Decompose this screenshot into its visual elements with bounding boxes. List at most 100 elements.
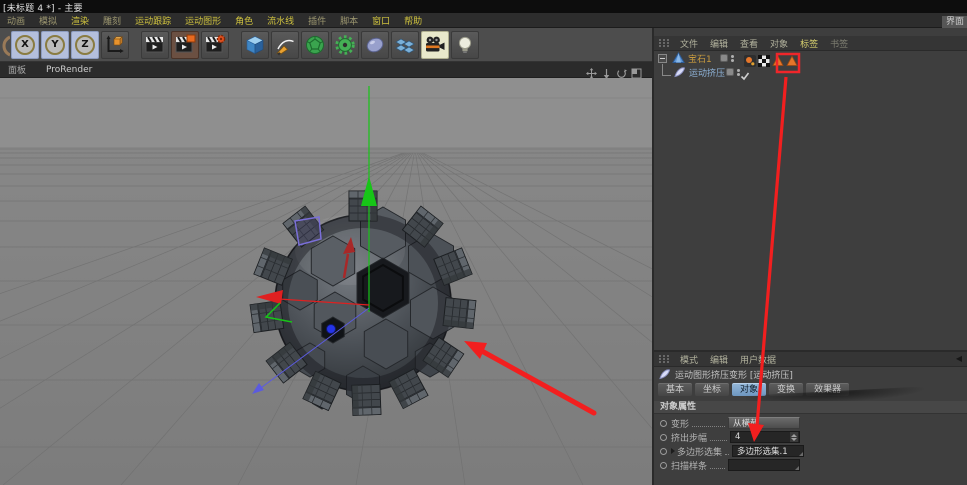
om-menu-item-4[interactable]: 标签 bbox=[794, 37, 824, 50]
lock-y-axis-button[interactable]: Y bbox=[41, 30, 69, 59]
cinema4d-window: [未标题 4 *] - 主要 动画 模拟 渲染 雕刻 运动跟踪 运动图形 角色 流水线 插件 脚本… bbox=[0, 0, 967, 485]
undo-partial-icon bbox=[0, 31, 10, 59]
am-menu-item-1[interactable]: 编辑 bbox=[704, 353, 734, 366]
object-tags bbox=[744, 52, 798, 68]
om-menu-item-2[interactable]: 查看 bbox=[734, 37, 764, 50]
property-row-3: 扫描样条 bbox=[660, 458, 800, 472]
menu-item-2[interactable]: 渲染 bbox=[64, 14, 96, 27]
scene-camera-button[interactable] bbox=[421, 30, 449, 59]
tree-branch bbox=[662, 63, 671, 76]
attribute-title-row: 运动图形挤压变形 [运动挤压] bbox=[658, 367, 793, 381]
expand-caret-icon[interactable] bbox=[671, 448, 675, 454]
lock-z-axis-button[interactable]: Z bbox=[71, 30, 99, 59]
menu-item-3[interactable]: 雕刻 bbox=[96, 14, 128, 27]
number-value: 4 bbox=[735, 432, 741, 442]
menu-item-9[interactable]: 脚本 bbox=[333, 14, 365, 27]
object-name[interactable]: 运动挤压 bbox=[689, 66, 725, 79]
display-tag-icon[interactable] bbox=[744, 52, 756, 67]
coordinate-system-button[interactable] bbox=[101, 30, 129, 59]
metaball-button[interactable] bbox=[361, 30, 389, 59]
tab-2[interactable]: 对象 bbox=[732, 383, 767, 396]
visibility-toggles[interactable] bbox=[720, 54, 734, 62]
tab-3[interactable]: 变换 bbox=[769, 383, 804, 396]
axis-letter: Y bbox=[51, 38, 59, 50]
property-text-field[interactable]: 多边形选集.1 bbox=[732, 445, 805, 457]
tab-1[interactable]: 坐标 bbox=[695, 383, 730, 396]
om-menu-item-1[interactable]: 编辑 bbox=[704, 37, 734, 50]
dotted-leader bbox=[710, 433, 727, 441]
render-view-button[interactable] bbox=[141, 30, 169, 59]
menu-item-7[interactable]: 流水线 bbox=[260, 14, 301, 27]
phong-tag-icon[interactable] bbox=[786, 52, 798, 66]
array-button[interactable] bbox=[391, 30, 419, 59]
attribute-tabs: 基本 坐标 对象 变换 效果器 bbox=[658, 383, 850, 396]
menu-item-6[interactable]: 角色 bbox=[228, 14, 260, 27]
point-handle[interactable] bbox=[326, 324, 336, 334]
tab-4[interactable]: 效果器 bbox=[806, 383, 850, 396]
layer-chip-icon[interactable] bbox=[726, 68, 734, 76]
dotted-leader bbox=[725, 447, 730, 455]
viewport-menu-bar: 面板 ProRender bbox=[0, 62, 652, 79]
visibility-toggles[interactable] bbox=[726, 68, 740, 76]
object-row-gem[interactable]: 宝石1 bbox=[654, 51, 967, 68]
property-label: 扫描样条 bbox=[671, 461, 708, 472]
axis-letter: Z bbox=[81, 38, 89, 50]
phong-tag-icon[interactable] bbox=[772, 52, 784, 66]
menu-item-8[interactable]: 插件 bbox=[301, 14, 333, 27]
keyframe-circle-icon[interactable] bbox=[660, 461, 667, 469]
object-properties-header: 对象属性 bbox=[654, 401, 967, 414]
spinner-icon[interactable] bbox=[790, 432, 798, 442]
lock-x-axis-button[interactable]: X bbox=[11, 30, 39, 59]
right-panel: 文件 编辑 查看 对象 标签 书签 宝石1 运动挤压 模式 编辑 用户数据 ◀ … bbox=[652, 28, 967, 485]
viewport-3d-canvas[interactable] bbox=[0, 78, 652, 485]
dropdown-value: 从横截 bbox=[733, 419, 759, 429]
property-list: 变形 从横截挤出步幅 4 多边形选集 多边形选集.1 扫描样条 bbox=[660, 416, 810, 472]
panel-grip-icon[interactable] bbox=[658, 38, 670, 48]
deformer-button[interactable] bbox=[331, 30, 359, 59]
render-picture-viewer-button[interactable] bbox=[171, 30, 199, 59]
menu-item-5[interactable]: 运动图形 bbox=[178, 14, 228, 27]
om-menu-item-5[interactable]: 书签 bbox=[824, 37, 854, 50]
am-menu-item-0[interactable]: 模式 bbox=[674, 353, 704, 366]
layer-chip-icon[interactable] bbox=[720, 54, 728, 62]
viewport-menu-prorender[interactable]: ProRender bbox=[34, 65, 100, 75]
freehand-spline-button[interactable] bbox=[271, 30, 299, 59]
am-menu-item-2[interactable]: 用户数据 bbox=[734, 353, 782, 366]
axis-letter: X bbox=[21, 38, 29, 50]
property-row-0: 变形 从横截 bbox=[660, 416, 800, 430]
scene-light-button[interactable] bbox=[451, 30, 479, 59]
property-text-field[interactable] bbox=[728, 459, 800, 471]
mograph-object-button[interactable] bbox=[301, 30, 329, 59]
property-label: 变形 bbox=[671, 419, 690, 430]
property-dropdown[interactable]: 从横截 bbox=[728, 417, 800, 429]
drop-corner-icon bbox=[795, 466, 799, 470]
menu-item-11[interactable]: 帮助 bbox=[397, 14, 429, 27]
property-number-field[interactable]: 4 bbox=[730, 431, 800, 443]
keyframe-circle-icon[interactable] bbox=[660, 433, 667, 441]
om-menu-item-3[interactable]: 对象 bbox=[764, 37, 794, 50]
collapse-panel-icon[interactable]: ◀ bbox=[956, 355, 962, 363]
menu-item-0[interactable]: 动画 bbox=[0, 14, 32, 27]
keyframe-circle-icon[interactable] bbox=[660, 419, 667, 427]
tab-0[interactable]: 基本 bbox=[658, 383, 693, 396]
menu-item-1[interactable]: 模拟 bbox=[32, 14, 64, 27]
panel-grip-icon[interactable] bbox=[658, 354, 670, 364]
keyframe-circle-icon[interactable] bbox=[660, 447, 667, 455]
attribute-title: 运动图形挤压变形 [运动挤压] bbox=[675, 370, 793, 381]
drop-corner-icon bbox=[799, 452, 804, 456]
texture-tag-icon[interactable] bbox=[757, 52, 771, 68]
moextrude-object-icon bbox=[673, 63, 686, 82]
viewport-menu-panel[interactable]: 面板 bbox=[0, 63, 34, 76]
object-row-moextrude[interactable]: 运动挤压 bbox=[654, 63, 967, 82]
object-manager-menu-bar: 文件 编辑 查看 对象 标签 书签 bbox=[654, 36, 967, 51]
menu-item-4[interactable]: 运动跟踪 bbox=[128, 14, 178, 27]
menu-item-10[interactable]: 窗口 bbox=[365, 14, 397, 27]
property-row-2: 多边形选集 多边形选集.1 bbox=[660, 444, 805, 458]
object-name[interactable]: 宝石1 bbox=[688, 52, 712, 65]
property-label: 挤出步幅 bbox=[671, 433, 708, 444]
enabled-check-icon[interactable] bbox=[740, 66, 750, 85]
render-settings-button[interactable] bbox=[201, 30, 229, 59]
add-cube-button[interactable] bbox=[241, 30, 269, 59]
expand-toggle-icon[interactable] bbox=[658, 53, 667, 63]
polygon-selection-highlight bbox=[294, 216, 322, 246]
